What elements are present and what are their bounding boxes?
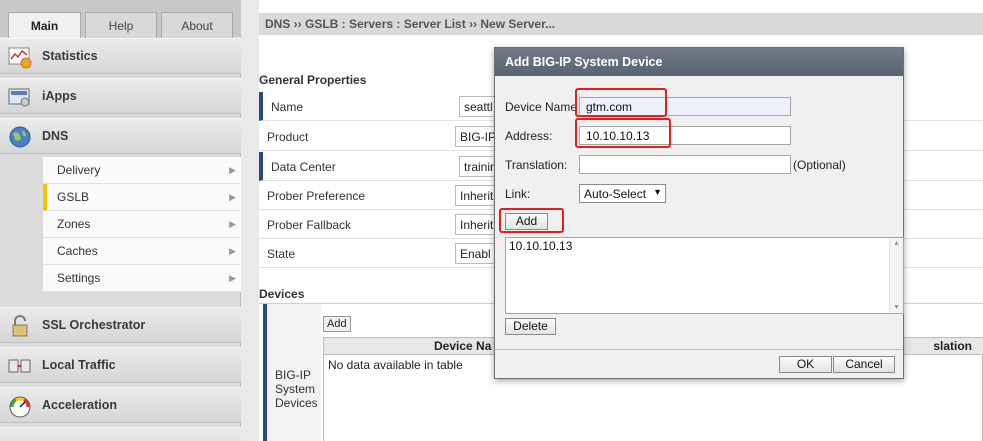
submenu-zones-label: Zones xyxy=(57,217,91,231)
submenu-delivery-label: Delivery xyxy=(57,163,101,177)
gauge-icon xyxy=(9,396,31,418)
dns-submenu: Delivery ▶ GSLB ▶ Zones ▶ Caches ▶ Settings ▶ xyxy=(43,157,241,292)
nav-dns[interactable]: DNS xyxy=(0,118,241,154)
statistics-icon xyxy=(8,47,32,69)
add-device-dialog: Add BIG-IP System Device Device Name gtm… xyxy=(494,47,904,379)
submenu-settings[interactable]: Settings ▶ xyxy=(43,265,241,292)
submenu-gslb-label: GSLB xyxy=(57,190,90,204)
scroll-up-icon[interactable]: ▲ xyxy=(893,240,900,247)
ok-button[interactable]: OK xyxy=(779,356,832,373)
nav-iapps-label: iApps xyxy=(42,89,77,103)
address-input[interactable]: 10.10.10.13 xyxy=(579,126,791,145)
address-list-item[interactable]: 10.10.10.13 xyxy=(509,239,572,253)
add-address-button[interactable]: Add xyxy=(505,213,548,230)
nav-local-traffic[interactable]: Local Traffic xyxy=(0,347,241,383)
nav-ssl-orchestrator[interactable]: SSL Orchestrator xyxy=(0,307,241,343)
delete-button[interactable]: Delete xyxy=(505,318,556,335)
prop-label: State xyxy=(267,247,296,261)
dialog-title: Add BIG-IP System Device xyxy=(495,48,903,76)
prop-label: Prober Preference xyxy=(267,189,366,203)
chevron-right-icon: ▶ xyxy=(229,165,236,175)
nav-iapps[interactable]: iApps xyxy=(0,78,241,114)
submenu-delivery[interactable]: Delivery ▶ xyxy=(43,157,241,184)
tab-help[interactable]: Help xyxy=(85,12,157,38)
local-traffic-icon xyxy=(8,359,31,373)
nav-acceleration-label: Acceleration xyxy=(42,398,118,412)
devices-title: Devices xyxy=(259,287,305,301)
lock-icon xyxy=(12,315,28,337)
submenu-caches[interactable]: Caches ▶ xyxy=(43,238,241,265)
nav-more[interactable] xyxy=(0,427,241,441)
device-name-input[interactable]: gtm.com xyxy=(579,97,791,116)
prop-label: Name xyxy=(271,100,304,114)
chevron-right-icon: ▶ xyxy=(229,219,236,229)
nav-acceleration[interactable]: Acceleration xyxy=(0,387,241,423)
tab-main[interactable]: Main xyxy=(8,12,81,38)
table-empty-message: No data available in table xyxy=(328,358,463,372)
address-list[interactable]: 10.10.10.13 ▲ ▼ xyxy=(505,237,904,314)
link-label: Link: xyxy=(505,187,531,201)
globe-icon xyxy=(9,126,31,148)
chevron-down-icon: ▼ xyxy=(653,187,662,197)
nav-ssl-label: SSL Orchestrator xyxy=(42,318,146,332)
link-select[interactable]: Auto-Select ▼ xyxy=(579,184,666,203)
nav-local-traffic-label: Local Traffic xyxy=(42,358,116,372)
link-select-value: Auto-Select xyxy=(584,187,647,201)
submenu-zones[interactable]: Zones ▶ xyxy=(43,211,241,238)
chevron-right-icon: ▶ xyxy=(229,246,236,256)
devices-add-button[interactable]: Add xyxy=(323,316,351,332)
device-name-label: Device Name xyxy=(505,100,578,114)
address-label: Address: xyxy=(505,129,553,143)
col-device-name[interactable]: Device Na xyxy=(434,339,491,353)
tab-about[interactable]: About xyxy=(161,12,233,38)
submenu-settings-label: Settings xyxy=(57,271,101,285)
submenu-gslb[interactable]: GSLB ▶ xyxy=(43,184,241,211)
submenu-caches-label: Caches xyxy=(57,244,98,258)
optional-hint: (Optional) xyxy=(793,158,846,172)
nav-statistics-label: Statistics xyxy=(42,49,98,63)
translation-label: Translation: xyxy=(505,158,568,172)
prop-label: Prober Fallback xyxy=(267,218,352,232)
general-properties-title: General Properties xyxy=(259,73,367,87)
col-translation[interactable]: slation xyxy=(933,339,972,353)
cancel-button[interactable]: Cancel xyxy=(833,356,895,373)
devices-row-label-text: BIG-IP System Devices xyxy=(275,368,318,410)
nav-statistics[interactable]: Statistics xyxy=(0,38,241,74)
scrollbar[interactable]: ▲ ▼ xyxy=(889,238,903,313)
left-navigation: Main Help About Statistics iApps DNS Del… xyxy=(0,0,241,441)
devices-row-label: BIG-IP System Devices xyxy=(263,304,321,441)
nav-dns-label: DNS xyxy=(42,129,69,143)
chevron-right-icon: ▶ xyxy=(229,192,236,202)
dialog-footer: OK Cancel xyxy=(495,349,903,378)
top-tabs: Main Help About xyxy=(0,0,241,38)
prop-label: Product xyxy=(267,130,309,144)
scroll-down-icon[interactable]: ▼ xyxy=(893,304,900,311)
chevron-right-icon: ▶ xyxy=(229,273,236,283)
iapps-icon xyxy=(8,88,30,107)
prop-label: Data Center xyxy=(271,160,336,174)
breadcrumb: DNS ›› GSLB : Servers : Server List ›› N… xyxy=(259,13,983,35)
translation-input[interactable] xyxy=(579,155,791,174)
